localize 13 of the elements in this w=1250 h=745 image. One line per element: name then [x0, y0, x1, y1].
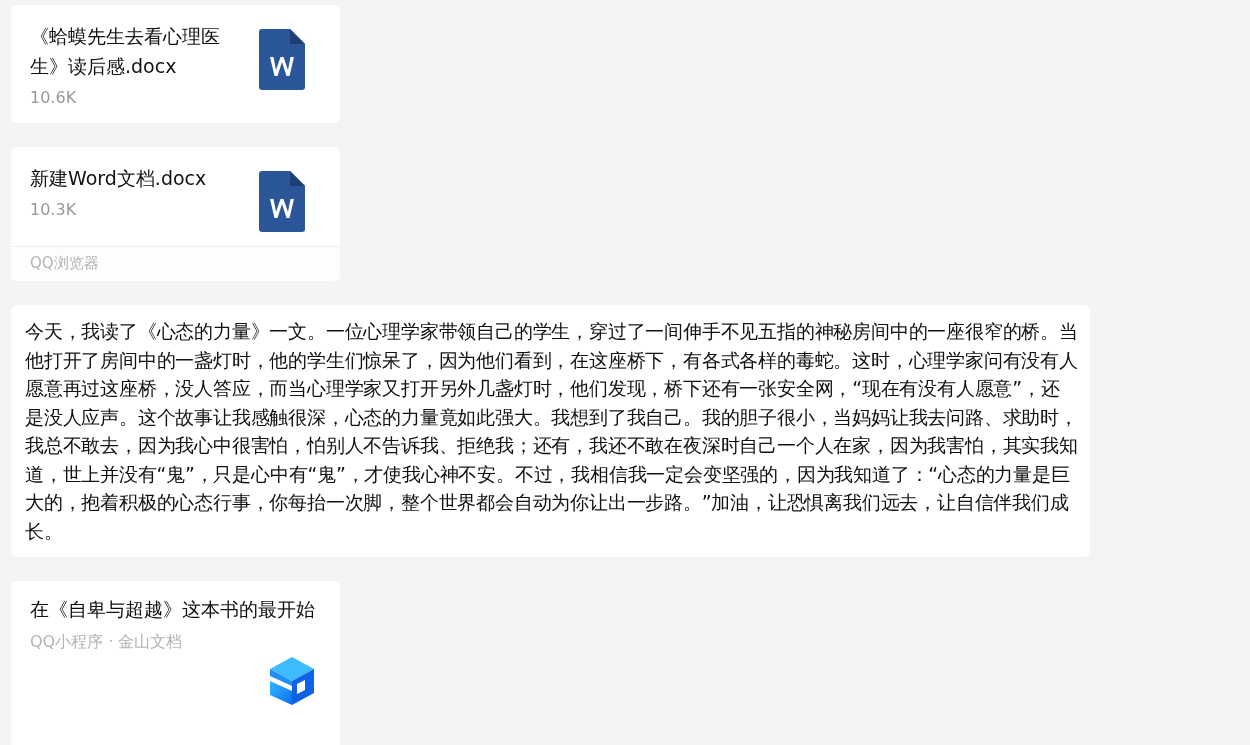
file-size: 10.6K	[30, 87, 78, 109]
mini-program-card[interactable]: 在《自卑与超越》这本书的最开始 QQ小程序 · 金山文档	[11, 581, 340, 745]
document-icon	[259, 171, 305, 232]
document-icon	[259, 29, 305, 90]
file-name: 新建Word文档.docx	[30, 166, 208, 191]
file-message[interactable]: 新建Word文档.docx 10.3K QQ浏览器	[11, 147, 340, 281]
message-text: 今天，我读了《心态的力量》一文。一位心理学家带领自己的学生，穿过了一间伸手不见五指的神秘房间中的一座很窄的桥。当他打开了房间中的一盏灯时，他的学生们惊呆了，因为他们看到，在这座桥下，有各式各样的毒蛇。这时，心理学家问有没有人愿意再过这座桥，没人答应，而当心理学家又打开另外几盏灯时，他们发现，桥下还有一张安全网，“现在有没有人愿意”，还是没人应声。这个故事让我感触很深，心态的力量竟如此强大。我想到了我自己。我的胆子很小，当妈妈让我去问路、求助时，我总不敢去，因为我心中很害怕，怕别人不告诉我、拒绝我；还有，我还不敢在夜深时自己一个人在家，因为我害怕，其实我知道，世上并没有“鬼”，只是心中有“鬼”，才使我心神不安。不过，我相信我一定会变坚强的，因为我知道了：“心态的力量是巨大的，抱着积极的心态行事，你每抬一次脚，整个世界都会自动为你让出一步路。”加油，让恐惧离我们远去，让自信伴我们成长。	[25, 319, 1078, 544]
cube-icon	[268, 655, 314, 707]
card-title: 在《自卑与超越》这本书的最开始	[30, 597, 316, 622]
source-label: QQ小程序 · 金山文档	[30, 631, 184, 653]
file-size: 10.3K	[30, 199, 78, 221]
file-message[interactable]: 《蛤蟆先生去看心理医生》读后感.docx 10.6K	[11, 5, 340, 123]
file-name: 《蛤蟆先生去看心理医生》读后感.docx	[30, 24, 221, 79]
